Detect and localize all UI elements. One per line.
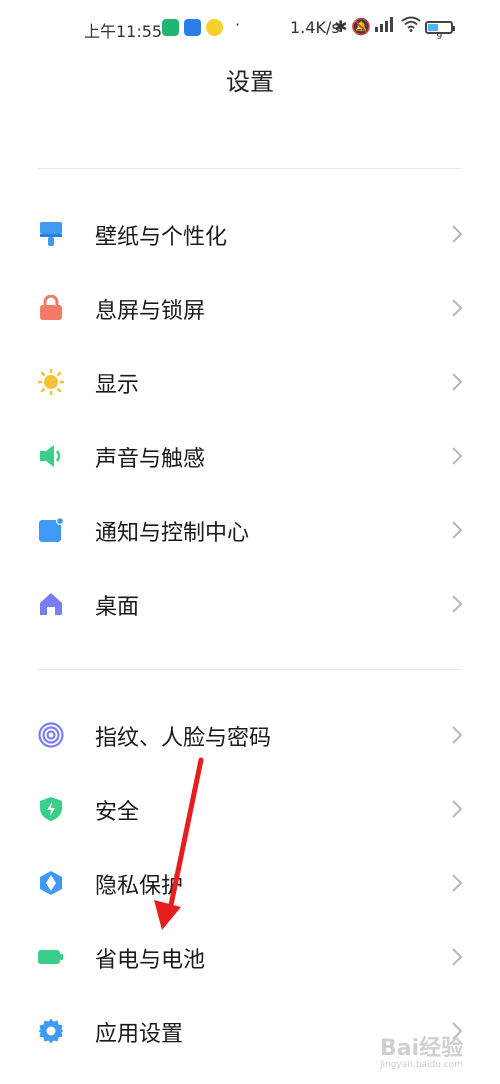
chevron-right-icon (452, 595, 463, 613)
app-notification-icon (162, 19, 179, 36)
settings-item-label: 声音与触感 (95, 447, 206, 472)
settings-item-notifications[interactable]: 通知与控制中心 (0, 493, 500, 567)
app-notification-icon (206, 19, 223, 36)
watermark: Bai经验 jingyan.baidu.com (380, 1030, 463, 1070)
settings-item-label: 应用设置 (95, 1022, 184, 1047)
settings-item-sound[interactable]: 声音与触感 (0, 419, 500, 493)
settings-item-security[interactable]: 安全 (0, 772, 500, 846)
app-notification-icon (184, 19, 201, 36)
more-notifications-dot: · (235, 15, 241, 34)
settings-item-label: 隐私保护 (95, 874, 184, 899)
chevron-right-icon (452, 447, 463, 465)
settings-item-lockscreen[interactable]: 息屏与锁屏 (0, 271, 500, 345)
battery-icon (38, 950, 63, 964)
settings-item-label: 壁纸与个性化 (95, 225, 228, 250)
sun-icon (38, 369, 64, 395)
settings-item-battery[interactable]: 省电与电池 (0, 920, 500, 994)
watermark-url: jingyan.baidu.com (380, 1060, 464, 1070)
shield-icon (40, 797, 62, 821)
status-icons: ✱ 🔕 9 (334, 16, 456, 42)
settings-item-display[interactable]: 显示 (0, 345, 500, 419)
mute-icon: 🔕 (351, 17, 372, 36)
lock-icon (40, 295, 62, 320)
status-time: 上午11:55 (84, 22, 163, 41)
privacy-icon (40, 871, 62, 895)
watermark-text: Bai经验 (380, 1036, 464, 1061)
chevron-right-icon (452, 225, 463, 243)
chevron-right-icon (452, 521, 463, 539)
gear-icon (38, 1018, 64, 1044)
page-title: 设置 (226, 68, 274, 96)
settings-item-label: 通知与控制中心 (95, 521, 250, 546)
battery-level: 9 (436, 31, 443, 42)
settings-item-label: 省电与电池 (95, 948, 206, 973)
fingerprint-icon (38, 722, 64, 748)
settings-item-desktop[interactable]: 桌面 (0, 567, 500, 641)
chevron-right-icon (452, 726, 463, 744)
chevron-right-icon (452, 800, 463, 818)
battery-status-icon: 9 (425, 20, 456, 42)
section-divider (38, 168, 462, 169)
wifi-icon (401, 16, 421, 38)
settings-item-label: 指纹、人脸与密码 (95, 726, 272, 751)
section-divider (38, 669, 462, 670)
settings-item-label: 息屏与锁屏 (95, 299, 206, 324)
chevron-right-icon (452, 299, 463, 317)
status-bar: 上午11:55 · 1.4K/s ✱ 🔕 9 (0, 0, 500, 58)
notification-icon (39, 517, 64, 542)
settings-item-label: 桌面 (95, 595, 140, 620)
network-speed: 1.4K/s (290, 18, 340, 37)
signal-icon (375, 16, 397, 38)
settings-item-label: 显示 (95, 373, 140, 398)
wallpaper-brush-icon (40, 222, 62, 246)
settings-item-privacy[interactable]: 隐私保护 (0, 846, 500, 920)
chevron-right-icon (452, 874, 463, 892)
chevron-right-icon (452, 948, 463, 966)
bluetooth-icon: ✱ (334, 17, 348, 36)
chevron-right-icon (452, 373, 463, 391)
settings-item-label: 安全 (95, 800, 140, 825)
settings-item-wallpaper[interactable]: 壁纸与个性化 (0, 197, 500, 271)
speaker-icon (40, 445, 61, 467)
home-icon (40, 593, 62, 615)
settings-item-fingerprint[interactable]: 指纹、人脸与密码 (0, 698, 500, 772)
